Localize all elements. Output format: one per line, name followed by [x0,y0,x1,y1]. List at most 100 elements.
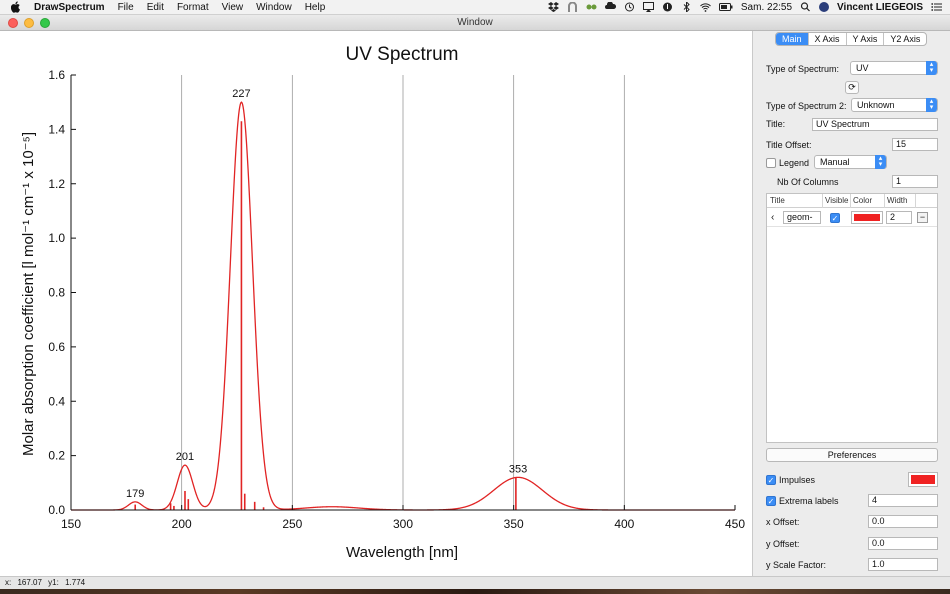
y-tick-label: 1.6 [48,68,65,82]
airplay-icon[interactable] [642,2,654,12]
cursor-y-label: y1: [48,578,59,587]
user-avatar-icon[interactable] [819,2,830,12]
menu-edit[interactable]: Edit [147,2,164,13]
minimize-window-button[interactable] [24,18,34,28]
series-width-field[interactable]: 2 [886,211,912,224]
x-tick-label: 300 [393,517,413,531]
refresh-button[interactable]: ⟳ [845,81,859,94]
type-of-spectrum-value: UV [856,63,869,73]
spectrum-plot-area[interactable]: 150 200 250 300 350 400 450 0.0 0.2 0.4 0.6 0.8 1.0 1… [0,31,752,576]
y-axis-label: Molar absorption coefficient [l mol⁻¹ cm… [20,132,37,456]
type-of-spectrum-select[interactable]: UV ▴ ▾ [850,61,938,75]
preferences-button[interactable]: Preferences [766,448,938,462]
chevron-left-icon[interactable]: ‹ [771,212,774,223]
remove-series-button[interactable]: − [917,212,928,223]
inspector-panel: Main X Axis Y Axis Y2 Axis Type of Spect… [752,31,950,576]
info-tray-icon[interactable] [662,2,673,12]
series-table: Title Visible Color Width ‹ geom-b3 ✓ 2 … [766,193,938,443]
legend-mode-value: Manual [820,157,850,167]
app-menu[interactable]: DrawSpectrum [34,2,105,13]
uv-spectrum-chart[interactable]: 150 200 250 300 350 400 450 0.0 0.2 0.4 0.6 0.8 1.0 1… [0,31,752,576]
zoom-window-button[interactable] [40,18,50,28]
y-scale-label: y Scale Factor: [766,560,827,570]
menu-window[interactable]: Window [256,2,292,13]
nb-columns-field[interactable]: 1 [892,175,938,188]
notification-center-icon[interactable] [931,2,942,12]
y-offset-label: y Offset: [766,539,800,549]
extrema-label: 227 [232,88,250,100]
x-tick-label: 350 [504,517,524,531]
x-tick-label: 150 [61,517,81,531]
y-tick-label: 0.2 [48,449,65,463]
impulses-checkbox[interactable]: ✓ [766,475,776,485]
menubar-clock[interactable]: Sam. 22:55 [741,2,792,13]
column-header-width[interactable]: Width [887,196,907,205]
title-field[interactable]: UV Spectrum [812,118,938,131]
x-tick-label: 400 [614,517,634,531]
inspector-tabs: Main X Axis Y Axis Y2 Axis [775,32,928,46]
menubar-user-name[interactable]: Vincent LIEGEOIS [837,2,923,13]
column-header-color[interactable]: Color [853,196,872,205]
column-header-visible[interactable]: Visible [825,196,848,205]
status-bar: x: 167.07 y1: 1.774 [0,576,950,589]
apple-menu-icon[interactable] [10,1,22,13]
y-tick-label: 0.0 [48,503,65,517]
time-machine-icon[interactable] [624,2,635,12]
tab-main[interactable]: Main [776,33,809,45]
series-title-field[interactable]: geom-b3 [783,211,821,224]
window-titlebar[interactable]: Window [0,15,950,31]
menu-format[interactable]: Format [177,2,209,13]
cloud-tray-icon[interactable] [604,2,616,12]
menu-view[interactable]: View [222,2,244,13]
tab-y-axis[interactable]: Y Axis [847,33,885,45]
sync-tray-icon[interactable] [586,2,597,12]
close-window-button[interactable] [8,18,18,28]
menu-file[interactable]: File [118,2,134,13]
series-table-header: Title Visible Color Width [767,194,937,208]
x-offset-field[interactable]: 0.0 [868,515,938,528]
wifi-icon[interactable] [700,2,711,12]
impulses-color-swatch [911,475,935,484]
cursor-x-value: 167.07 [17,578,42,587]
legend-checkbox[interactable] [766,158,776,168]
extrema-labels-checkbox[interactable]: ✓ [766,496,776,506]
dropbox-icon[interactable] [547,2,559,12]
y-tick-label: 1.0 [48,231,65,245]
type-of-spectrum2-label: Type of Spectrum 2: [766,101,847,111]
y-tick-label: 0.4 [48,394,65,408]
extrema-label: 201 [176,451,194,463]
cursor-x-label: x: [5,578,12,587]
tab-y2-axis[interactable]: Y2 Axis [884,33,926,45]
y-tick-label: 1.2 [48,177,65,191]
desktop-background [0,589,950,594]
series-color-swatch [854,214,880,221]
extrema-label: 353 [509,463,527,475]
menu-help[interactable]: Help [305,2,326,13]
x-axis-label: Wavelength [nm] [346,544,458,561]
series-color-well[interactable] [851,211,883,224]
chevron-updown-icon: ▴ ▾ [875,155,886,169]
refresh-icon: ⟳ [848,82,856,92]
title-offset-field[interactable]: 15 [892,138,938,151]
battery-icon[interactable] [718,2,733,12]
type-of-spectrum2-select[interactable]: Unknown ▴ ▾ [851,98,938,112]
legend-label: Legend [779,158,810,168]
bluetooth-icon[interactable] [681,2,692,12]
y-scale-field[interactable]: 1.0 [868,558,938,571]
extrema-count-field[interactable]: 4 [868,494,938,507]
x-offset-label: x Offset: [766,517,800,527]
column-header-title[interactable]: Title [770,196,785,205]
x-tick-label: 200 [172,517,192,531]
chart-title: UV Spectrum [346,44,459,65]
spotlight-icon[interactable] [800,2,811,12]
title-offset-label: Title Offset: [766,140,812,150]
tab-x-axis[interactable]: X Axis [809,33,847,45]
series-row[interactable]: ‹ geom-b3 ✓ 2 − [767,209,937,227]
type-of-spectrum-label: Type of Spectrum: [766,64,840,74]
impulses-label: Impulses [779,475,816,485]
series-visible-checkbox[interactable]: ✓ [830,213,840,223]
app-tray-icon[interactable] [567,2,578,12]
legend-mode-select[interactable]: Manual ▴ ▾ [814,155,887,169]
y-offset-field[interactable]: 0.0 [868,537,938,550]
impulses-color-well[interactable] [908,472,938,487]
